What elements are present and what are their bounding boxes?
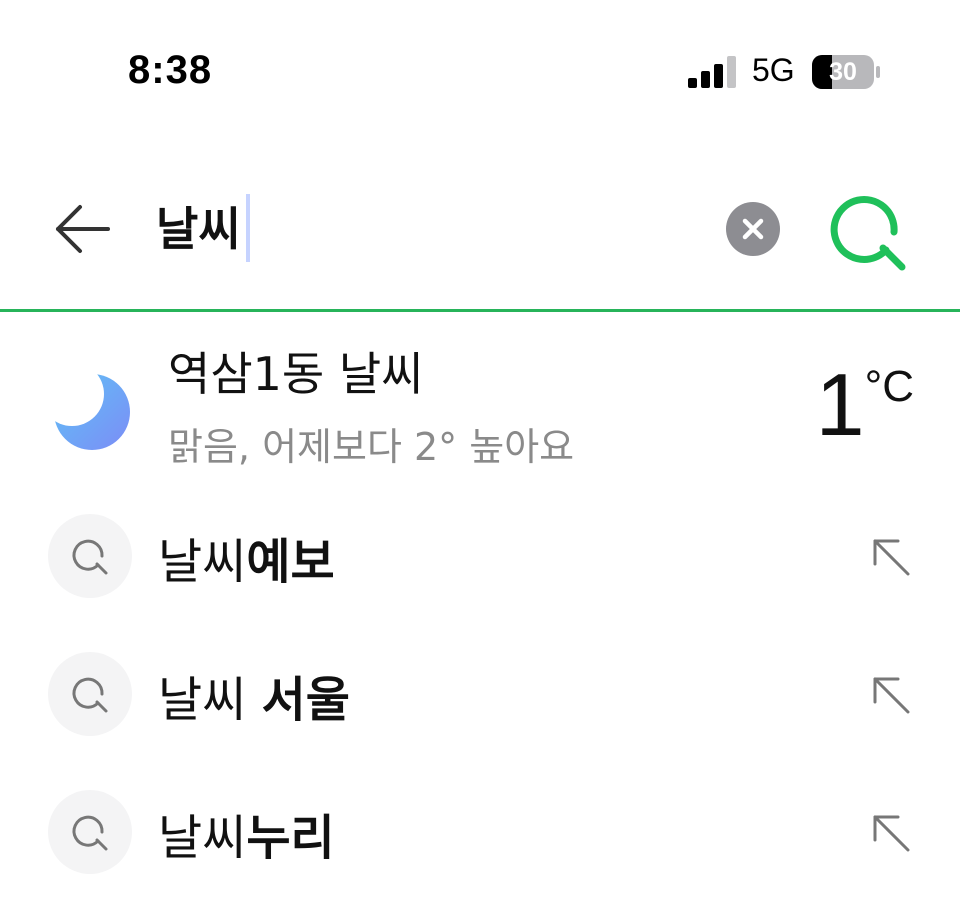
suggestion-item[interactable]: 날씨누리 (0, 762, 960, 900)
suggestion-query-part: 날씨 (158, 534, 247, 590)
arrow-up-left-icon[interactable] (868, 672, 914, 718)
battery-indicator: 30 (812, 55, 882, 89)
search-icon[interactable] (830, 192, 910, 272)
suggestion-search-icon-badge (48, 790, 132, 874)
weather-result-card[interactable]: 역삼1동 날씨 맑음, 어제보다 2° 높아요 1°C (0, 316, 960, 486)
search-icon (72, 677, 108, 713)
search-bar (0, 150, 960, 312)
suggestion-item[interactable]: 날씨예보 (0, 486, 960, 624)
close-icon (742, 218, 764, 240)
arrow-up-left-icon[interactable] (868, 810, 914, 856)
cellular-signal-icon (688, 56, 736, 88)
suggestion-list: 날씨예보 날씨 서울 날씨누리 (0, 486, 960, 900)
temperature-display: 1°C (816, 354, 914, 456)
suggestion-completion: 예보 (246, 534, 335, 590)
suggestion-search-icon-badge (48, 514, 132, 598)
back-arrow-icon[interactable] (48, 194, 118, 264)
weather-location-title: 역삼1동 날씨 (168, 347, 424, 401)
temperature-value: 1 (815, 355, 865, 454)
status-bar: 8:38 5G 30 (0, 0, 960, 140)
search-icon (72, 539, 108, 575)
temperature-unit: °C (864, 362, 914, 411)
text-caret (246, 194, 250, 262)
suggestion-text: 날씨예보 (158, 522, 335, 592)
suggestion-text: 날씨 서울 (158, 660, 350, 730)
suggestion-query-part: 날씨 (158, 672, 262, 728)
arrow-up-left-icon[interactable] (868, 534, 914, 580)
suggestion-search-icon-badge (48, 652, 132, 736)
suggestion-text: 날씨누리 (158, 798, 335, 868)
search-icon (72, 815, 108, 851)
suggestion-item[interactable]: 날씨 서울 (0, 624, 960, 762)
suggestion-completion: 누리 (246, 810, 335, 866)
battery-level: 30 (829, 58, 857, 86)
search-input[interactable] (150, 186, 702, 266)
suggestion-completion: 서울 (261, 672, 350, 728)
crescent-moon-icon (54, 374, 130, 450)
clear-search-button[interactable] (726, 202, 780, 256)
status-time: 8:38 (128, 48, 213, 92)
network-type: 5G (752, 52, 795, 88)
weather-summary: 맑음, 어제보다 2° 높아요 (168, 425, 575, 469)
suggestion-query-part: 날씨 (158, 810, 247, 866)
